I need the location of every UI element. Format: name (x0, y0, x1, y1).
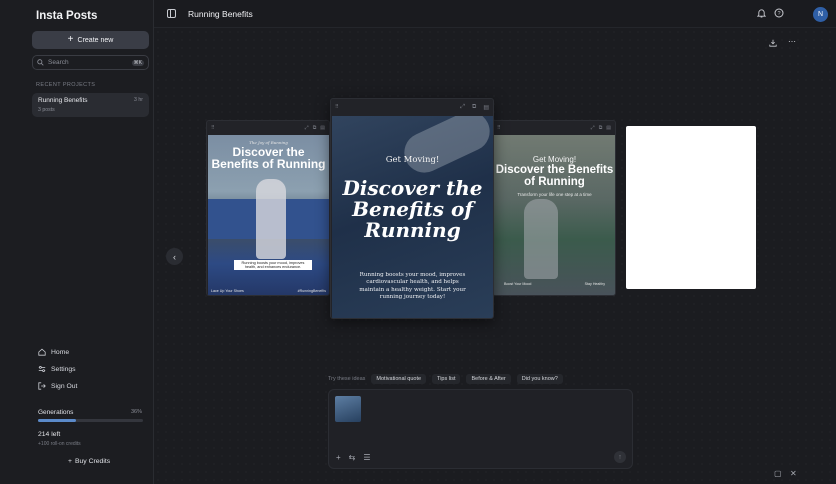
post-1-tag-left: Lace Up Your Shoes (211, 289, 244, 293)
runner-figure (256, 179, 286, 259)
avatar[interactable]: N (813, 7, 828, 22)
post-image-2: Get Moving! Discover the Benefits of Run… (332, 116, 493, 318)
delete-icon[interactable]: ▤ (320, 125, 325, 131)
ideas-label: Try these ideas (328, 376, 366, 382)
post-card-2[interactable]: ⠿ ⤢ ⧉ ▤ Get Moving! Discover the Benefits … (330, 98, 494, 319)
post-3-tag-right: Stay Healthy (584, 282, 605, 286)
post-1-body: Running boosts your mood, improves healt… (234, 260, 312, 270)
home-icon (38, 348, 46, 356)
composer-tools: + ⇆ ☰ (336, 453, 371, 462)
send-button[interactable]: ↑ (614, 451, 626, 463)
search-input[interactable]: Search ⌘K (32, 55, 149, 70)
copy-icon[interactable]: ⧉ (313, 125, 317, 131)
page-title: Running Benefits (188, 9, 253, 19)
search-icon (37, 59, 44, 66)
nav-settings-label: Settings (51, 365, 76, 373)
nav-home-label: Home (51, 348, 70, 356)
post-3-kicker: Get Moving! (532, 155, 577, 164)
post-card-toolbar: ⠿ ⤢ ⧉ ▤ (207, 121, 329, 134)
post-3-subtitle: Transform your life one step at a time (517, 192, 592, 197)
post-1-headline: Discover the Benefits of Running (211, 145, 326, 172)
generations-sub: +100 roll-on credits (38, 441, 81, 447)
copy-icon[interactable]: ⧉ (599, 125, 603, 131)
plus-icon[interactable]: + (336, 453, 341, 462)
post-card-1[interactable]: ⠿ ⤢ ⧉ ▤ The Joy of Running Discover the Be… (206, 120, 330, 296)
nav-home[interactable]: Home (38, 348, 69, 356)
drag-handle-icon[interactable]: ⠿ (497, 125, 501, 131)
chat-icon[interactable]: ▢ (774, 469, 782, 478)
previous-button[interactable]: ‹ (166, 248, 183, 265)
drag-handle-icon[interactable]: ⠿ (335, 104, 339, 110)
empty-post-slot[interactable] (626, 126, 756, 289)
arrow-up-icon: ↑ (618, 453, 622, 461)
canvas: ⋯ ‹ ⠿ ⤢ ⧉ ▤ The Joy of Running Discover th… (154, 28, 836, 484)
recent-projects-label: RECENT PROJECTS (36, 82, 96, 88)
more-icon[interactable]: ⋯ (788, 37, 796, 46)
project-item-running-benefits[interactable]: Running Benefits 3 hr 3 posts (32, 93, 149, 117)
bell-icon[interactable] (757, 8, 766, 18)
nav-settings[interactable]: Settings (38, 365, 76, 373)
buy-credits-label: Buy Credits (74, 458, 111, 465)
svg-text:?: ? (777, 11, 780, 17)
post-card-toolbar: ⠿ ⤢ ⧉ ▤ (331, 99, 493, 115)
post-2-headline: Discover the Benefits of Running (342, 176, 483, 242)
post-1-tag-right: #RunningBenefits (297, 289, 326, 293)
generations-label: Generations (38, 409, 74, 416)
sidebar-toggle-icon[interactable] (167, 9, 176, 18)
generations-progress (38, 419, 143, 422)
generations-progress-fill (38, 419, 76, 422)
motion-blur-graphic (397, 116, 493, 180)
expand-icon[interactable]: ⤢ (305, 125, 309, 131)
plus-icon: + (67, 34, 74, 45)
project-count: 3 posts (38, 107, 55, 113)
post-2-body: Running boosts your mood, improves cardi… (359, 272, 466, 300)
x-logo-icon[interactable]: ✕ (790, 469, 797, 478)
sign-out-icon (38, 382, 46, 390)
project-name: Running Benefits (38, 97, 88, 104)
create-new-button[interactable]: + Create new (32, 31, 149, 49)
idea-chip-before-after[interactable]: Before & After (466, 374, 511, 384)
generations-percent: 36% (130, 409, 142, 415)
prompt-composer[interactable]: + ⇆ ☰ ↑ (328, 389, 633, 469)
delete-icon[interactable]: ▤ (483, 104, 489, 111)
runner-figure (524, 199, 558, 279)
drag-handle-icon[interactable]: ⠿ (211, 125, 215, 131)
help-icon[interactable]: ? (774, 8, 784, 18)
nav-sign-out-label: Sign Out (51, 382, 78, 390)
idea-chip-did-you-know[interactable]: Did you know? (516, 374, 563, 384)
buy-credits-button[interactable]: + Buy Credits (68, 458, 110, 465)
post-image-3: Get Moving! Discover the Benefits of Run… (494, 135, 615, 295)
delete-icon[interactable]: ▤ (606, 125, 611, 131)
project-age: 3 hr (134, 97, 143, 103)
expand-icon[interactable]: ⤢ (591, 125, 595, 131)
attachment-thumbnail[interactable] (335, 396, 361, 422)
expand-icon[interactable]: ⤢ (460, 104, 465, 111)
list-icon[interactable]: ☰ (363, 453, 370, 462)
nav-sign-out[interactable]: Sign Out (38, 382, 77, 390)
generations-left: 214 left (38, 431, 61, 438)
download-icon[interactable] (769, 39, 777, 47)
search-shortcut: ⌘K (131, 59, 144, 66)
idea-chip-motivational-quote[interactable]: Motivational quote (371, 374, 427, 384)
search-placeholder: Search (48, 59, 69, 66)
post-3-headline: Discover the Benefits of Running (495, 164, 614, 188)
swap-icon[interactable]: ⇆ (349, 453, 356, 462)
top-bar: Running Benefits ? N (154, 0, 836, 28)
post-3-tag-left: Boost Your Mood (504, 282, 532, 286)
sliders-icon (38, 366, 46, 372)
post-image-1: The Joy of Running Discover the Benefits… (208, 135, 329, 295)
sidebar: Insta Posts + Create new Search ⌘K RECEN… (0, 0, 154, 484)
idea-chip-tips-list[interactable]: Tips list (432, 374, 461, 384)
copy-icon[interactable]: ⧉ (472, 104, 476, 111)
app-title: Insta Posts (36, 10, 98, 22)
post-card-toolbar: ⠿ ⤢ ⧉ ▤ (493, 121, 615, 134)
plus-icon: + (68, 458, 72, 465)
create-new-label: Create new (77, 36, 114, 44)
chevron-left-icon: ‹ (173, 251, 176, 262)
post-2-kicker: Get Moving! (385, 155, 440, 165)
ideas-row: Try these ideas Motivational quote Tips … (328, 374, 563, 384)
post-card-3[interactable]: ⠿ ⤢ ⧉ ▤ Get Moving! Discover the Benefits … (492, 120, 616, 296)
